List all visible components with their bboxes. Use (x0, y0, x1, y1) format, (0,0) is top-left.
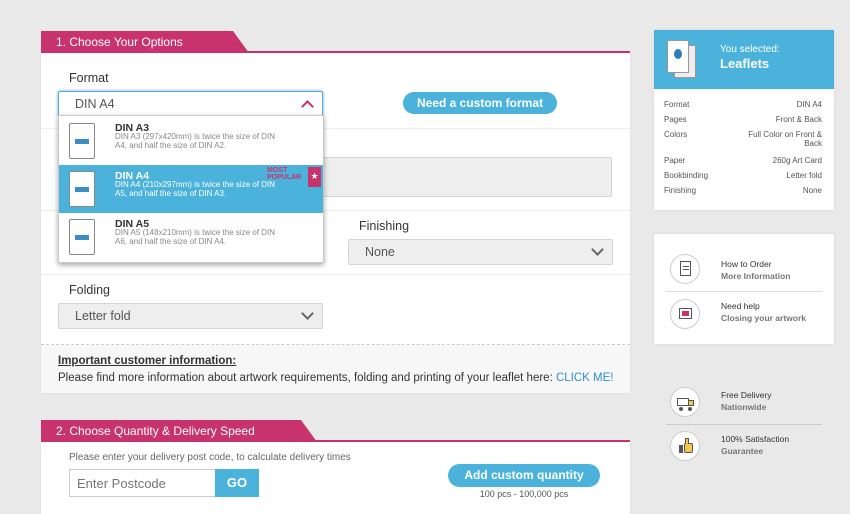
leaflet-icon (667, 40, 697, 80)
spec-key: Colors (664, 130, 688, 139)
add-custom-quantity-button[interactable]: Add custom quantity (448, 464, 600, 487)
quantity-range: 100 pcs - 100,000 pcs (479, 489, 569, 499)
option-description: DIN A3 (297x420mm) is twice the size of … (115, 132, 276, 150)
document-icon (69, 123, 95, 159)
benefit-line-2: Nationwide (721, 402, 767, 412)
truck-icon (670, 387, 700, 417)
artwork-icon (670, 299, 700, 329)
benefit-line-1: 100% Satisfaction (721, 434, 790, 444)
custom-format-button[interactable]: Need a custom format (403, 92, 557, 114)
option-description: DIN A5 (148x210mm) is twice the size of … (115, 228, 276, 246)
section-1-tab: 1. Choose Your Options (41, 31, 249, 53)
format-option-a5[interactable]: DIN A5 DIN A5 (148x210mm) is twice the s… (59, 213, 323, 261)
benefit-free-delivery: Free Delivery Nationwide (654, 385, 834, 419)
section-2-tab: 2. Choose Quantity & Delivery Speed (41, 420, 317, 442)
help-item-artwork[interactable]: Need help Closing your artwork (654, 297, 834, 331)
help-item-how-to-order[interactable]: How to Order More Information (654, 252, 834, 286)
chevron-down-icon (301, 307, 314, 320)
format-label: Format (69, 71, 109, 85)
folding-select[interactable]: Letter fold (58, 303, 323, 329)
spec-key: Paper (664, 156, 686, 165)
help-card: How to Order More Information Need help … (654, 234, 834, 344)
format-option-a3[interactable]: DIN A3 DIN A3 (297x420mm) is twice the s… (59, 117, 323, 165)
spec-value: DIN A4 (796, 100, 822, 109)
spec-key: Format (664, 100, 690, 109)
spec-key: Pages (664, 115, 687, 124)
spec-value: Letter fold (786, 171, 822, 180)
spec-value: Full Color on Front & Back (748, 130, 822, 148)
benefit-line-1: Free Delivery (721, 390, 772, 400)
thumbs-up-icon (670, 431, 700, 461)
benefit-line-2: Guarantee (721, 446, 764, 456)
help-line-1: How to Order (721, 259, 772, 269)
format-select[interactable]: DIN A4 (58, 91, 323, 117)
info-area (41, 345, 630, 393)
finishing-label: Finishing (359, 219, 410, 233)
clipboard-icon (670, 254, 700, 284)
summary-header: You selected: Leaflets (654, 30, 834, 89)
spec-key: Finishing (664, 186, 697, 195)
postcode-hint: Please enter your delivery post code, to… (69, 452, 351, 463)
section-2-title: 2. Choose Quantity & Delivery Speed (56, 424, 255, 438)
help-line-1: Need help (721, 301, 760, 311)
spec-key: Bookbinding (664, 171, 709, 180)
option-description: DIN A4 (210x297mm) is twice the size of … (115, 180, 276, 198)
folding-select-value: Letter fold (75, 309, 131, 323)
info-link[interactable]: CLICK ME! (556, 372, 614, 384)
pages-field[interactable] (321, 157, 612, 197)
divider (666, 291, 822, 292)
finishing-select-value: None (365, 245, 395, 259)
benefit-satisfaction: 100% Satisfaction Guarantee (654, 429, 834, 463)
postcode-input[interactable] (69, 469, 216, 497)
summary-header-big: Leaflets (720, 56, 770, 71)
help-line-2: Closing your artwork (721, 313, 807, 323)
info-line: Please find more information about artwo… (58, 372, 614, 384)
chevron-up-icon (301, 100, 314, 113)
folding-label: Folding (69, 283, 110, 297)
document-icon (69, 219, 95, 255)
most-popular-label: MOST POPULAR (267, 167, 302, 181)
info-text: Please find more information about artwo… (58, 372, 553, 384)
summary-card: You selected: Leaflets Format DIN A4 Pag… (654, 30, 834, 210)
spec-value: Front & Back (775, 115, 822, 124)
section-1-title: 1. Choose Your Options (56, 35, 183, 49)
divider (41, 274, 630, 275)
star-badge-icon: ★ (308, 167, 321, 187)
format-option-a4[interactable]: DIN A4 DIN A4 (210x297mm) is twice the s… (59, 165, 323, 213)
help-line-2: More Information (721, 271, 791, 281)
finishing-select[interactable]: None (348, 239, 613, 265)
spec-value: 260g Art Card (772, 156, 822, 165)
document-icon (69, 171, 95, 207)
summary-header-small: You selected: (720, 44, 780, 55)
divider (666, 424, 822, 425)
format-select-value: DIN A4 (75, 97, 115, 111)
info-heading: Important customer information: (58, 355, 237, 367)
format-dropdown: DIN A3 DIN A3 (297x420mm) is twice the s… (58, 115, 324, 263)
go-button[interactable]: GO (215, 469, 259, 497)
spec-value: None (802, 186, 822, 195)
chevron-down-icon (591, 243, 604, 256)
